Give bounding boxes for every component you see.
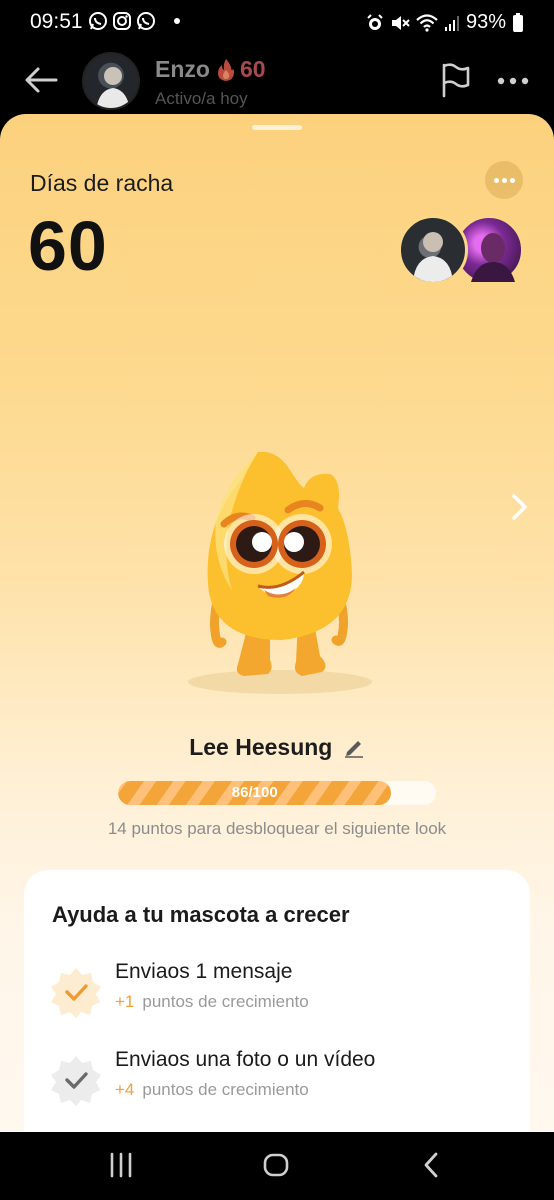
avatar <box>398 215 468 285</box>
task-title: Enviaos 1 mensaje <box>115 960 293 983</box>
whatsapp-icon <box>137 12 155 30</box>
pencil-icon[interactable] <box>343 736 365 758</box>
whatsapp-icon <box>89 12 107 30</box>
signal-icon <box>444 15 459 31</box>
person-icon <box>413 232 453 282</box>
avatar[interactable] <box>82 52 140 110</box>
tasks-title: Ayuda a tu mascota a crecer <box>52 902 350 927</box>
task-title: Enviaos una foto o un vídeo <box>115 1048 376 1071</box>
recent-apps-icon[interactable] <box>106 1152 136 1178</box>
pet-name: Lee Heesung <box>189 734 333 760</box>
task-points-label: puntos de crecimiento <box>142 992 309 1011</box>
drag-handle[interactable] <box>252 125 302 130</box>
notification-icons <box>88 11 180 31</box>
streak-value: 60 <box>28 207 108 285</box>
contact-name[interactable]: Enzo <box>155 56 210 83</box>
fire-icon <box>218 59 234 81</box>
task-reward: +1 puntos de crecimiento <box>115 992 309 1012</box>
sheet-more-button[interactable] <box>485 161 523 199</box>
system-status: 93% <box>366 11 524 34</box>
more-notifications-dot <box>174 18 180 24</box>
system-nav-bar <box>0 1132 554 1200</box>
flag-icon[interactable] <box>440 62 472 98</box>
battery-icon <box>513 12 523 32</box>
check-badge-icon <box>51 968 101 1018</box>
task-points-label: puntos de crecimiento <box>142 1080 309 1099</box>
task-item[interactable]: Enviaos 1 mensaje +1 puntos de crecimient… <box>50 960 510 1020</box>
streak-pet-sheet: Días de racha 60 Lee Heesung 86/100 14 p… <box>0 114 554 1132</box>
status-time: 09:51 <box>30 10 83 33</box>
growth-progress-bar: 86/100 <box>118 781 436 805</box>
task-points: +4 <box>115 1080 135 1099</box>
task-reward: +4 puntos de crecimiento <box>115 1080 309 1100</box>
dot <box>494 178 499 183</box>
progress-label: 86/100 <box>231 784 278 801</box>
wifi-icon <box>416 13 438 32</box>
mute-icon <box>391 15 410 30</box>
more-options-icon[interactable] <box>496 76 530 86</box>
home-icon[interactable] <box>262 1152 290 1178</box>
check-badge-icon <box>51 1056 101 1106</box>
streak-label: Días de racha <box>30 170 174 196</box>
system-back-icon[interactable] <box>422 1151 440 1179</box>
dot <box>502 178 507 183</box>
pet-name-row: Lee Heesung <box>0 734 554 761</box>
status-bar: 09:51 93% <box>0 0 554 46</box>
activity-status: Activo/a hoy <box>155 89 248 108</box>
header-streak-count: 60 <box>240 56 266 82</box>
instagram-icon <box>113 12 131 30</box>
task-item[interactable]: Enviaos una foto o un vídeo +4 puntos de … <box>50 1048 510 1108</box>
mascot-illustration <box>188 451 372 694</box>
person-icon <box>96 67 130 108</box>
alarm-icon <box>367 13 383 30</box>
progress-hint: 14 puntos para desbloquear el siguiente … <box>107 819 447 838</box>
task-points: +1 <box>115 992 135 1011</box>
tasks-card: Ayuda a tu mascota a crecer Enviaos 1 me… <box>24 870 530 1132</box>
dot <box>510 178 515 183</box>
battery-percent: 93% <box>465 11 506 33</box>
chat-header: Enzo 60 Activo/a hoy <box>0 46 554 116</box>
back-arrow-icon[interactable] <box>22 62 60 98</box>
chevron-right-icon[interactable] <box>506 492 532 522</box>
